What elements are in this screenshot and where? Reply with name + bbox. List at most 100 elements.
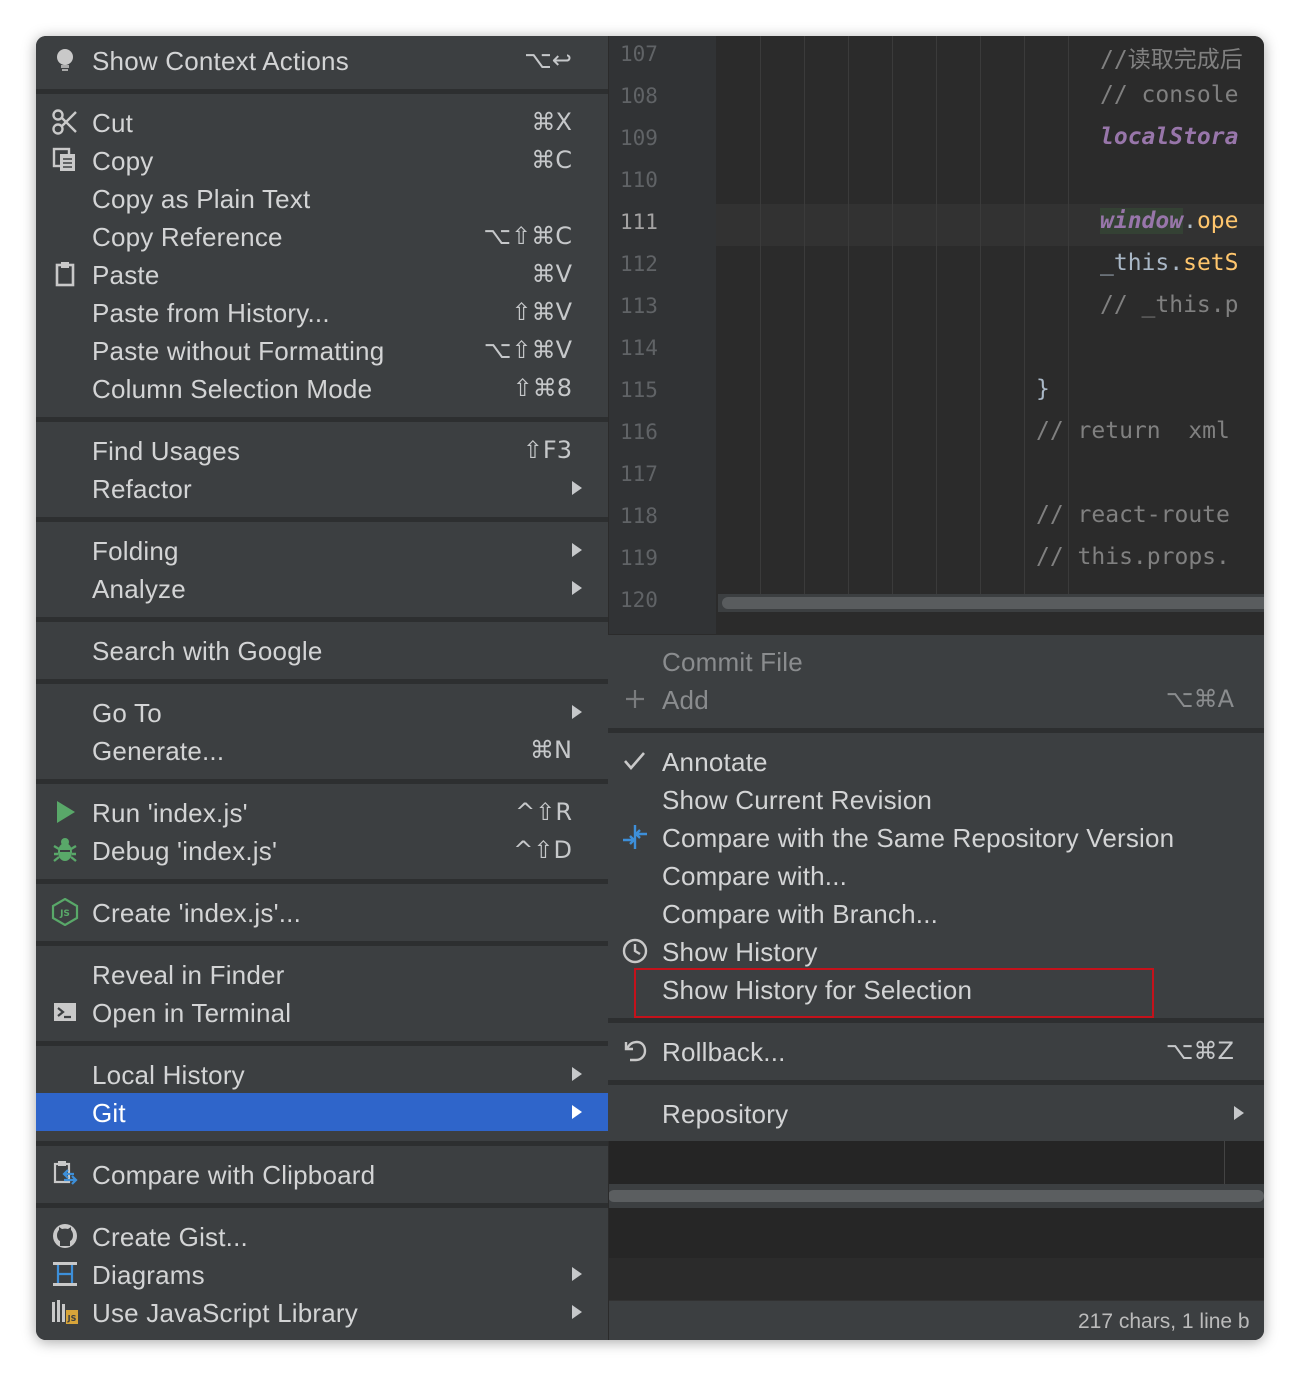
ide-window: 107 108 109 110 111 112 113 114 115 116 … [36, 36, 1264, 1340]
menu-item-label: Create 'index.js'... [92, 898, 302, 928]
menu-item-label: Reveal in Finder [92, 960, 285, 990]
indent-guide [760, 36, 761, 594]
code-line: window.ope [1100, 208, 1239, 234]
submenu-arrow-icon [572, 1105, 582, 1119]
code-token: ope [1196, 208, 1239, 234]
shortcut: ⇧⌘V [511, 298, 572, 326]
menu-item-copy-plain-text[interactable]: Copy as Plain Text [36, 179, 608, 217]
menu-item-create-gist[interactable]: Create Gist... [36, 1217, 608, 1255]
menu-item-label: Copy Reference [92, 222, 283, 252]
menu-item-cut[interactable]: Cut ⌘X [36, 103, 608, 141]
menu-item-use-javascript-library[interactable]: JS Use JavaScript Library [36, 1293, 608, 1331]
menu-separator [36, 417, 608, 422]
compare-arrows-icon [620, 823, 650, 851]
submenu-arrow-icon [572, 581, 582, 595]
undo-icon [620, 1037, 650, 1065]
menu-item-label: Find Usages [92, 436, 241, 466]
svg-text:JS: JS [67, 1314, 77, 1323]
plus-icon [620, 685, 650, 713]
compare-clipboard-icon [50, 1160, 80, 1188]
line-number: 120 [620, 588, 658, 612]
menu-item-folding[interactable]: Folding [36, 531, 608, 569]
menu-item-label: Repository [662, 1099, 789, 1129]
indent-guide [936, 36, 937, 594]
line-number: 112 [620, 252, 658, 276]
menu-item-go-to[interactable]: Go To [36, 693, 608, 731]
submenu-arrow-icon [572, 705, 582, 719]
menu-item-create-run-config[interactable]: JS Create 'index.js'... [36, 893, 608, 931]
menu-item-reveal-in-finder[interactable]: Reveal in Finder [36, 955, 608, 993]
menu-item-label: Git [92, 1098, 126, 1128]
library-icon: JS [50, 1298, 80, 1326]
menu-item-compare-with-branch[interactable]: Compare with Branch... [608, 894, 1264, 932]
menu-item-compare-with[interactable]: Compare with... [608, 856, 1264, 894]
divider [1224, 1140, 1225, 1184]
menu-item-paste-from-history[interactable]: Paste from History... ⇧⌘V [36, 293, 608, 331]
scrollbar-thumb[interactable] [608, 1190, 1264, 1202]
shortcut: ⌥⇧⌘V [483, 336, 572, 364]
menu-separator [36, 941, 608, 946]
shortcut: ⌥↩ [524, 46, 572, 74]
menu-item-label: Show Context Actions [92, 46, 349, 76]
menu-item-show-current-revision[interactable]: Show Current Revision [608, 780, 1264, 818]
lower-scrollbar[interactable] [608, 1184, 1264, 1208]
menu-item-column-selection-mode[interactable]: Column Selection Mode ⇧⌘8 [36, 369, 608, 407]
menu-separator [608, 1018, 1264, 1023]
menu-item-copy-reference[interactable]: Copy Reference ⌥⇧⌘C [36, 217, 608, 255]
menu-item-label: Go To [92, 698, 162, 728]
menu-item-diagrams[interactable]: Diagrams [36, 1255, 608, 1293]
menu-separator [36, 1203, 608, 1208]
menu-item-label: Compare with the Same Repository Version [662, 823, 1175, 853]
menu-item-label: Paste from History... [92, 298, 330, 328]
menu-item-git[interactable]: Git [36, 1093, 608, 1131]
menu-item-compare-with-clipboard[interactable]: Compare with Clipboard [36, 1155, 608, 1193]
menu-item-open-in-terminal[interactable]: Open in Terminal [36, 993, 608, 1031]
menu-item-label: Commit File [662, 647, 803, 677]
menu-item-rollback[interactable]: Rollback... ⌥⌘Z [608, 1032, 1264, 1070]
menu-item-refactor[interactable]: Refactor [36, 469, 608, 507]
menu-item-paste[interactable]: Paste ⌘V [36, 255, 608, 293]
menu-separator [608, 728, 1264, 733]
menu-item-run[interactable]: Run 'index.js' ^⇧R [36, 793, 608, 831]
scrollbar-thumb[interactable] [722, 597, 1264, 609]
menu-item-find-usages[interactable]: Find Usages ⇧F3 [36, 431, 608, 469]
menu-item-label: Local History [92, 1060, 245, 1090]
menu-item-add[interactable]: Add ⌥⌘A [608, 680, 1264, 718]
indent-guide [1024, 36, 1025, 594]
code-line: // this.props. [1036, 544, 1230, 570]
menu-item-label: Paste [92, 260, 160, 290]
menu-item-copy[interactable]: Copy ⌘C [36, 141, 608, 179]
menu-item-repository[interactable]: Repository [608, 1094, 1264, 1132]
shortcut: ⌥⇧⌘C [483, 222, 572, 250]
menu-item-annotate[interactable]: Annotate [608, 742, 1264, 780]
shortcut: ^⇧R [515, 798, 572, 826]
indent-guide [848, 36, 849, 594]
menu-item-label: Annotate [662, 747, 768, 777]
menu-item-show-history[interactable]: Show History [608, 932, 1264, 970]
check-icon [620, 747, 650, 775]
submenu-arrow-icon [572, 1067, 582, 1081]
menu-item-debug[interactable]: Debug 'index.js' ^⇧D [36, 831, 608, 869]
line-number: 114 [620, 336, 658, 360]
current-line-number: 111 [620, 210, 658, 234]
menu-item-compare-same-repository-version[interactable]: Compare with the Same Repository Version [608, 818, 1264, 856]
menu-item-label: Compare with... [662, 861, 848, 891]
terminal-icon [50, 998, 80, 1026]
menu-item-paste-without-formatting[interactable]: Paste without Formatting ⌥⇧⌘V [36, 331, 608, 369]
horizontal-scrollbar[interactable] [718, 594, 1264, 612]
menu-item-show-context-actions[interactable]: Show Context Actions ⌥↩ [36, 41, 608, 79]
menu-item-commit-file[interactable]: Commit File [608, 642, 1264, 680]
menu-item-label: Cut [92, 108, 134, 138]
github-icon [50, 1222, 80, 1250]
menu-item-generate[interactable]: Generate... ⌘N [36, 731, 608, 769]
shortcut: ⌘N [530, 736, 572, 764]
code-editor[interactable]: 107 108 109 110 111 112 113 114 115 116 … [608, 36, 1264, 634]
menu-separator [36, 89, 608, 94]
code-line: } [1036, 376, 1050, 402]
menu-item-local-history[interactable]: Local History [36, 1055, 608, 1093]
code-line: // console [1100, 82, 1239, 108]
menu-item-label: Debug 'index.js' [92, 836, 278, 866]
menu-item-analyze[interactable]: Analyze [36, 569, 608, 607]
menu-item-label: Show History [662, 937, 818, 967]
menu-item-search-with-google[interactable]: Search with Google [36, 631, 608, 669]
